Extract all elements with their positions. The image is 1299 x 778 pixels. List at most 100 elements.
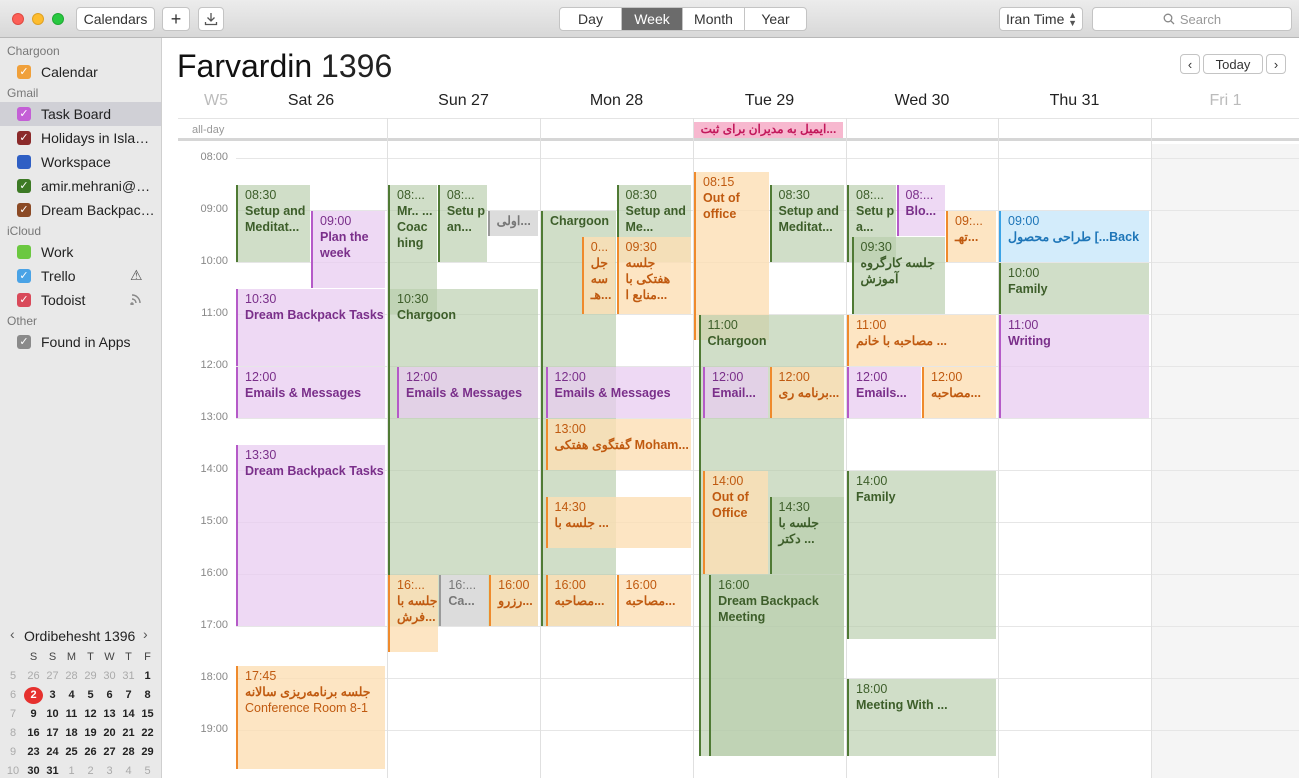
sidebar-item[interactable]: ✓ Task Board bbox=[0, 102, 161, 126]
calendar-event[interactable]: 09:30 جلسه کارگروه آموزش bbox=[851, 237, 945, 314]
calendar-event[interactable]: 12:00 Emails & Messages bbox=[236, 367, 385, 418]
view-day-button[interactable]: Day bbox=[560, 8, 622, 30]
calendar-event[interactable]: 14:00 Out of Office bbox=[703, 471, 769, 574]
sidebar-item[interactable]: ✓ amir.mehrani@… bbox=[0, 174, 161, 198]
add-event-button[interactable]: + bbox=[162, 7, 190, 31]
mini-day[interactable]: 17 bbox=[43, 727, 62, 739]
all-day-event[interactable]: ایمیل به مدیران برای ثبت... bbox=[694, 122, 843, 138]
mini-day[interactable]: 27 bbox=[100, 746, 119, 758]
mini-day[interactable]: 19 bbox=[81, 727, 100, 739]
mini-day[interactable]: 20 bbox=[100, 727, 119, 739]
close-window-button[interactable] bbox=[12, 13, 24, 25]
mini-day[interactable]: 4 bbox=[62, 689, 81, 701]
timezone-select[interactable]: Iran Time ▲ ▼ bbox=[999, 7, 1083, 31]
checkbox-icon[interactable]: ✓ bbox=[17, 269, 31, 283]
mini-day[interactable]: 2 bbox=[81, 765, 100, 777]
mini-day[interactable]: 13 bbox=[100, 708, 119, 720]
mini-day[interactable]: 22 bbox=[138, 727, 157, 739]
view-month-button[interactable]: Month bbox=[683, 8, 745, 30]
mini-day[interactable]: 28 bbox=[62, 670, 81, 682]
mini-day[interactable]: 18 bbox=[62, 727, 81, 739]
sidebar-item[interactable]: ✓ Calendar bbox=[0, 60, 161, 84]
mini-day[interactable]: 25 bbox=[62, 746, 81, 758]
mini-day[interactable]: 23 bbox=[24, 746, 43, 758]
mini-day[interactable]: 10 bbox=[43, 708, 62, 720]
calendar-event[interactable]: 0... جل سه هـ... bbox=[581, 237, 616, 314]
mini-day[interactable]: 29 bbox=[81, 670, 100, 682]
mini-day[interactable]: 11 bbox=[62, 708, 81, 720]
calendar-event[interactable]: 11:00 Writing bbox=[999, 315, 1149, 418]
mini-day[interactable]: 9 bbox=[24, 708, 43, 720]
mini-day[interactable]: 28 bbox=[119, 746, 138, 758]
calendar-event[interactable]: 12:00 Emails & Messages bbox=[545, 367, 691, 418]
sidebar-item[interactable]: ✓ Todoist bbox=[0, 288, 161, 312]
calendar-event[interactable]: 12:00 برنامه ری... bbox=[769, 367, 844, 418]
calendar-event[interactable]: 14:30 جلسه با ... bbox=[545, 497, 691, 548]
calendar-event[interactable]: 13:00 گفتگوی هفتکی Moham... bbox=[545, 419, 691, 470]
calendar-event[interactable]: 16:00 Dream Backpack Meeting bbox=[709, 575, 844, 756]
calendar-event[interactable]: 16:00 مصاحبه... bbox=[616, 575, 691, 626]
sidebar-item[interactable]: ✓ Dream Backpac… bbox=[0, 198, 161, 222]
calendar-event[interactable]: 09:... تهـ... bbox=[946, 211, 996, 262]
today-button[interactable]: Today bbox=[1203, 54, 1263, 74]
mini-day[interactable]: 2 bbox=[24, 687, 43, 704]
mini-day[interactable]: 1 bbox=[138, 670, 157, 682]
sidebar-item[interactable]: ✓ Holidays in Isla… bbox=[0, 126, 161, 150]
mini-day[interactable]: 21 bbox=[119, 727, 138, 739]
minimize-window-button[interactable] bbox=[32, 13, 44, 25]
sidebar-item[interactable]: ✓ Trello ⚠ bbox=[0, 264, 161, 288]
mini-day[interactable]: 6 bbox=[100, 689, 119, 701]
calendar-event[interactable]: 12:00 مصاحبه... bbox=[922, 367, 996, 418]
mini-day[interactable]: 24 bbox=[43, 746, 62, 758]
calendars-button[interactable]: Calendars bbox=[76, 7, 155, 31]
calendar-event[interactable]: 16:00 رزرو... bbox=[489, 575, 538, 626]
mini-day[interactable]: 14 bbox=[119, 708, 138, 720]
calendar-event[interactable]: 18:00 Meeting With ... bbox=[847, 679, 996, 756]
calendar-event[interactable]: 10:30 Dream Backpack Tasks bbox=[236, 289, 385, 366]
mini-next-month[interactable]: › bbox=[143, 626, 148, 642]
mini-prev-month[interactable]: ‹ bbox=[10, 626, 15, 642]
calendar-event[interactable]: 16:... Ca... bbox=[439, 575, 489, 626]
prev-week-button[interactable]: ‹ bbox=[1180, 54, 1200, 74]
calendar-event[interactable]: 13:30 Dream Backpack Tasks bbox=[236, 445, 385, 626]
checkbox-icon[interactable] bbox=[17, 155, 31, 169]
calendar-event[interactable]: 08:30 Setup and Meditat... bbox=[769, 185, 844, 262]
calendar-event[interactable]: 09:00 طراحی محصول [...Back bbox=[999, 211, 1149, 262]
calendar-event[interactable]: 12:00 Emails... bbox=[847, 367, 921, 418]
calendar-event[interactable]: 16:... جلسه با فرش... bbox=[388, 575, 439, 652]
view-year-button[interactable]: Year bbox=[745, 8, 806, 30]
mini-day[interactable]: 30 bbox=[24, 765, 43, 777]
checkbox-icon[interactable]: ✓ bbox=[17, 131, 31, 145]
calendar-event[interactable]: 14:00 Family bbox=[847, 471, 996, 639]
mini-day[interactable]: 26 bbox=[81, 746, 100, 758]
checkbox-icon[interactable]: ✓ bbox=[17, 107, 31, 121]
mini-day[interactable]: 3 bbox=[100, 765, 119, 777]
calendar-event[interactable]: 09:30 جلسه هفتکی با منابع ا... bbox=[616, 237, 691, 314]
calendar-event[interactable]: 10:00 Family bbox=[999, 263, 1149, 314]
calendar-event[interactable]: 09:00 Plan the week bbox=[311, 211, 385, 288]
download-button[interactable] bbox=[198, 7, 224, 31]
mini-day[interactable]: 16 bbox=[24, 727, 43, 739]
checkbox-icon[interactable]: ✓ bbox=[17, 179, 31, 193]
sidebar-item[interactable]: Work bbox=[0, 240, 161, 264]
next-week-button[interactable]: › bbox=[1266, 54, 1286, 74]
checkbox-icon[interactable]: ✓ bbox=[17, 203, 31, 217]
mini-day[interactable]: 4 bbox=[119, 765, 138, 777]
sidebar-item[interactable]: Workspace bbox=[0, 150, 161, 174]
calendar-event[interactable]: 12:00 Email... bbox=[703, 367, 769, 418]
mini-day[interactable]: 1 bbox=[62, 765, 81, 777]
checkbox-icon[interactable]: ✓ bbox=[17, 335, 31, 349]
search-field[interactable]: Search bbox=[1092, 7, 1292, 31]
mini-day[interactable]: 5 bbox=[81, 689, 100, 701]
mini-day[interactable]: 3 bbox=[43, 689, 62, 701]
sidebar-item[interactable]: ✓ Found in Apps bbox=[0, 330, 161, 354]
zoom-window-button[interactable] bbox=[52, 13, 64, 25]
mini-day[interactable]: 5 bbox=[138, 765, 157, 777]
view-week-button[interactable]: Week bbox=[622, 8, 683, 30]
mini-day[interactable]: 12 bbox=[81, 708, 100, 720]
checkbox-icon[interactable] bbox=[17, 245, 31, 259]
checkbox-icon[interactable]: ✓ bbox=[17, 65, 31, 79]
mini-day[interactable]: 30 bbox=[100, 670, 119, 682]
checkbox-icon[interactable]: ✓ bbox=[17, 293, 31, 307]
calendar-event[interactable]: 14:30 جلسه با دکتر ... bbox=[769, 497, 844, 574]
